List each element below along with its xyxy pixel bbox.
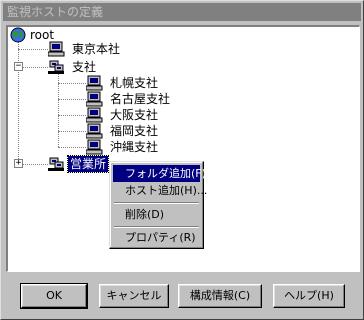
ok-button[interactable]: OK bbox=[20, 283, 88, 309]
menu-separator bbox=[114, 202, 199, 204]
config-info-button[interactable]: 構成情報(C) bbox=[178, 284, 262, 308]
menu-item-delete[interactable]: 削除(D) bbox=[113, 206, 200, 223]
tree-node-label: 福岡支社 bbox=[110, 124, 159, 138]
computer-icon bbox=[86, 139, 103, 155]
tree-node-label: 支社 bbox=[72, 60, 97, 74]
tree-node-label: 名古屋支社 bbox=[110, 92, 171, 106]
computer-icon bbox=[86, 75, 103, 91]
tree-node-label: 営業所 bbox=[66, 155, 110, 173]
tree-line bbox=[58, 99, 86, 100]
computer-icon bbox=[86, 123, 103, 139]
network-folder-icon bbox=[48, 157, 64, 171]
cancel-button[interactable]: キャンセル bbox=[99, 284, 169, 308]
computer-icon bbox=[86, 91, 103, 107]
network-folder-icon bbox=[48, 60, 64, 74]
tree-line bbox=[23, 67, 48, 68]
window-title: 監視ホストの定義 bbox=[7, 5, 104, 19]
computer-icon bbox=[48, 41, 65, 57]
menu-item-add-host[interactable]: ホスト追加(H)... bbox=[113, 182, 207, 199]
title-bar[interactable]: 監視ホストの定義 bbox=[3, 3, 361, 21]
menu-item-properties[interactable]: プロパティ(R) bbox=[113, 229, 200, 246]
tree-node-label: 札幌支社 bbox=[110, 76, 159, 90]
tree-node-label: 大阪支社 bbox=[110, 108, 159, 122]
tree-line bbox=[18, 49, 48, 50]
tree-line bbox=[58, 147, 86, 148]
context-menu: フォルダ追加(F)... ホスト追加(H)... 削除(D) プロパティ(R) bbox=[109, 161, 216, 249]
tree-line bbox=[23, 164, 48, 165]
globe-icon bbox=[10, 27, 26, 43]
computer-icon bbox=[86, 107, 103, 123]
tree-line bbox=[58, 73, 59, 147]
tree-node-label: 東京本社 bbox=[72, 42, 121, 56]
menu-separator bbox=[114, 226, 199, 228]
tree-line bbox=[58, 115, 86, 116]
tree-node-label: 沖縄支社 bbox=[110, 140, 159, 154]
menu-item-add-folder[interactable]: フォルダ追加(F)... bbox=[113, 165, 216, 182]
tree-line bbox=[58, 131, 86, 132]
expand-toggle[interactable]: + bbox=[14, 159, 23, 168]
help-button[interactable]: ヘルプ(H) bbox=[273, 284, 345, 308]
tree-line bbox=[58, 83, 86, 84]
dialog-window: 監視ホストの定義 root 東京本社 − 支社 札幌支社 名古屋支社 大阪支社 … bbox=[0, 0, 364, 320]
collapse-toggle[interactable]: − bbox=[14, 62, 23, 71]
